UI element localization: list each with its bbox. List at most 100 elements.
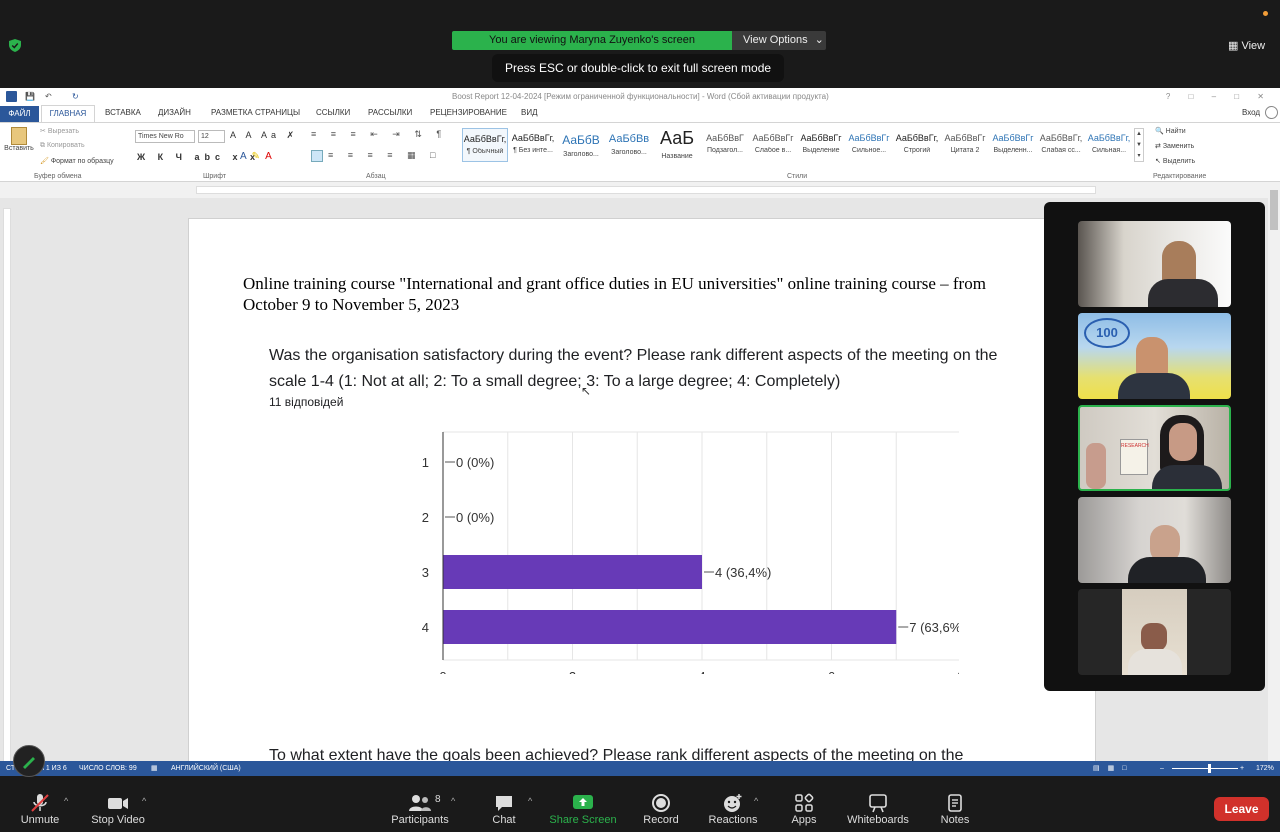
proofing-icon[interactable]: ▦ — [151, 761, 158, 776]
style-item[interactable]: АаБбВв Заголово... — [606, 128, 652, 162]
select-button[interactable]: ↖ Выделить — [1155, 157, 1195, 165]
style-sample: АаБбВвГг — [752, 133, 794, 143]
leave-button[interactable]: Leave — [1214, 797, 1269, 821]
redo-icon[interactable]: ↻ — [72, 88, 79, 105]
style-item[interactable]: АаБбВвГг Слабое в... — [750, 128, 796, 162]
zoom-toolbar: Unmute ^ Stop Video ^ Participants 8 ^ C… — [0, 745, 1280, 832]
zoom-level[interactable]: 172% — [1256, 761, 1274, 776]
chat-button[interactable]: Chat — [484, 792, 524, 826]
style-item[interactable]: АаБбВвГг Сильное... — [846, 128, 892, 162]
style-item[interactable]: АаБбВвГг Цитата 2 — [942, 128, 988, 162]
view-mode-icons[interactable]: ▤▦□ — [1093, 761, 1134, 776]
tab-review[interactable]: РЕЦЕНЗИРОВАНИЕ — [430, 108, 507, 117]
list-buttons[interactable]: ≡ ≡ ≡ ⇤ ⇥ ⇅ ¶ — [311, 129, 447, 140]
video-tile-2[interactable]: 100 — [1078, 313, 1231, 399]
window-controls[interactable]: ? □ – □ ✕ — [1166, 88, 1272, 105]
style-item[interactable]: АаБбВвГг Выделенн... — [990, 128, 1036, 162]
view-options-label: View Options — [743, 34, 808, 46]
copy-button[interactable]: ⧉ Копировать — [40, 142, 85, 150]
horizontal-ruler[interactable] — [0, 182, 1280, 198]
paste-button[interactable]: Вставить — [4, 127, 34, 152]
signin-link[interactable]: Вход — [1242, 108, 1260, 117]
notes-button[interactable]: Notes — [936, 792, 974, 826]
whiteboards-button[interactable]: Whiteboards — [843, 792, 913, 826]
vertical-scrollbar[interactable] — [1268, 182, 1280, 766]
view-label: View — [1241, 40, 1266, 52]
reactions-button[interactable]: Reactions — [706, 792, 760, 826]
style-item[interactable]: АаБбВвГг, Слабая сс... — [1038, 128, 1084, 162]
align-buttons[interactable]: ≡ ≡ ≡ ≡ ▦ □ — [328, 150, 441, 161]
styles-scroll[interactable]: ▲ ▼ ▾ — [1134, 128, 1144, 162]
annotate-pen-icon[interactable] — [13, 745, 45, 777]
participants-button[interactable]: Participants — [390, 792, 450, 826]
save-icon[interactable]: 💾 — [25, 88, 35, 105]
chat-caret-icon[interactable]: ^ — [528, 796, 532, 806]
unmute-button[interactable]: Unmute — [17, 792, 63, 826]
chevron-down-icon: ⌄ — [814, 34, 824, 46]
fullscreen-toast: Press ESC or double-click to exit full s… — [492, 54, 784, 82]
style-item[interactable]: АаБбВвГг, Строгий — [894, 128, 940, 162]
language-indicator[interactable]: АНГЛИЙСКИЙ (США) — [171, 761, 241, 776]
font-size-select[interactable]: 12 — [198, 130, 225, 143]
style-item[interactable]: АаБбВвГг, ¶ Без инте... — [510, 128, 556, 162]
user-avatar-icon[interactable] — [1265, 106, 1278, 119]
format-painter-button[interactable]: 🖌 Формат по образцу — [40, 157, 114, 165]
reactions-caret-icon[interactable]: ^ — [754, 796, 758, 806]
tab-mailings[interactable]: РАССЫЛКИ — [368, 108, 412, 117]
tab-home[interactable]: ГЛАВНАЯ — [41, 105, 95, 122]
style-name: Сильное... — [851, 147, 887, 154]
style-item[interactable]: АаБбВвГг, Сильная... — [1086, 128, 1132, 162]
zoom-out-icon[interactable]: – — [1160, 761, 1164, 776]
video-options-caret-icon[interactable]: ^ — [142, 796, 146, 806]
style-sample: АаБбВвГг, — [511, 133, 555, 143]
vertical-ruler[interactable] — [3, 208, 11, 768]
style-item[interactable]: АаБбВ Заголово... — [558, 128, 604, 162]
video-tile-3-active-speaker[interactable]: RESEARCH — [1078, 405, 1231, 491]
undo-icon[interactable]: ↶ — [45, 88, 52, 105]
align-left-button[interactable] — [311, 150, 323, 162]
brush-icon: 🖌 — [40, 158, 49, 165]
view-options-button[interactable]: View Options ⌄ — [732, 31, 826, 50]
view-button[interactable]: ▦ View — [1228, 39, 1265, 52]
record-label: Record — [643, 814, 679, 826]
people-icon — [409, 795, 431, 811]
background-person — [1086, 443, 1106, 489]
tab-view[interactable]: ВИД — [521, 108, 538, 117]
style-item[interactable]: АаБбВвГ Подзагол... — [702, 128, 748, 162]
video-tile-5[interactable] — [1078, 589, 1231, 675]
record-button[interactable]: Record — [638, 792, 684, 826]
tab-design[interactable]: ДИЗАЙН — [158, 108, 191, 117]
zoom-slider[interactable] — [1172, 768, 1238, 769]
tab-file[interactable]: ФАЙЛ — [0, 106, 39, 122]
stop-video-label: Stop Video — [91, 814, 145, 826]
style-item[interactable]: АаБбВвГг, ¶ Обычный — [462, 128, 508, 162]
zoom-slider-thumb[interactable] — [1208, 764, 1211, 773]
chart-category-label: 1 — [422, 455, 429, 470]
participants-caret-icon[interactable]: ^ — [451, 796, 455, 806]
style-item[interactable]: АаБ Название — [654, 128, 700, 162]
copy-icon: ⧉ — [40, 142, 45, 149]
stop-video-button[interactable]: Stop Video — [88, 792, 148, 826]
video-tile-1[interactable] — [1078, 221, 1231, 307]
apps-button[interactable]: Apps — [784, 792, 824, 826]
style-item[interactable]: АаБбВвГг Выделение — [798, 128, 844, 162]
word-count[interactable]: ЧИСЛО СЛОВ: 99 — [79, 761, 137, 776]
video-tile-4[interactable] — [1078, 497, 1231, 583]
shield-icon[interactable] — [9, 39, 21, 52]
tab-insert[interactable]: ВСТАВКА — [105, 108, 141, 117]
cut-button[interactable]: ✂ Вырезать — [40, 127, 79, 135]
scroll-thumb[interactable] — [1270, 190, 1278, 230]
document-page[interactable]: Online training course "International an… — [188, 218, 1096, 776]
share-screen-button[interactable]: Share Screen — [548, 792, 618, 826]
style-sample: АаБбВвГг, — [1087, 133, 1131, 143]
audio-options-caret-icon[interactable]: ^ — [64, 796, 68, 806]
font-color-buttons[interactable]: A✎A — [240, 151, 277, 162]
style-name: Выделенн... — [993, 147, 1033, 154]
find-button[interactable]: 🔍 Найти — [1155, 127, 1186, 135]
tab-layout[interactable]: РАЗМЕТКА СТРАНИЦЫ — [211, 108, 300, 117]
font-name-select[interactable]: Times New Ro — [135, 130, 195, 143]
tab-references[interactable]: ССЫЛКИ — [316, 108, 350, 117]
font-size-controls[interactable]: A A Aa ✗ — [230, 130, 298, 141]
replace-button[interactable]: ⇄ Заменить — [1155, 142, 1194, 150]
zoom-in-icon[interactable]: + — [1240, 761, 1244, 776]
